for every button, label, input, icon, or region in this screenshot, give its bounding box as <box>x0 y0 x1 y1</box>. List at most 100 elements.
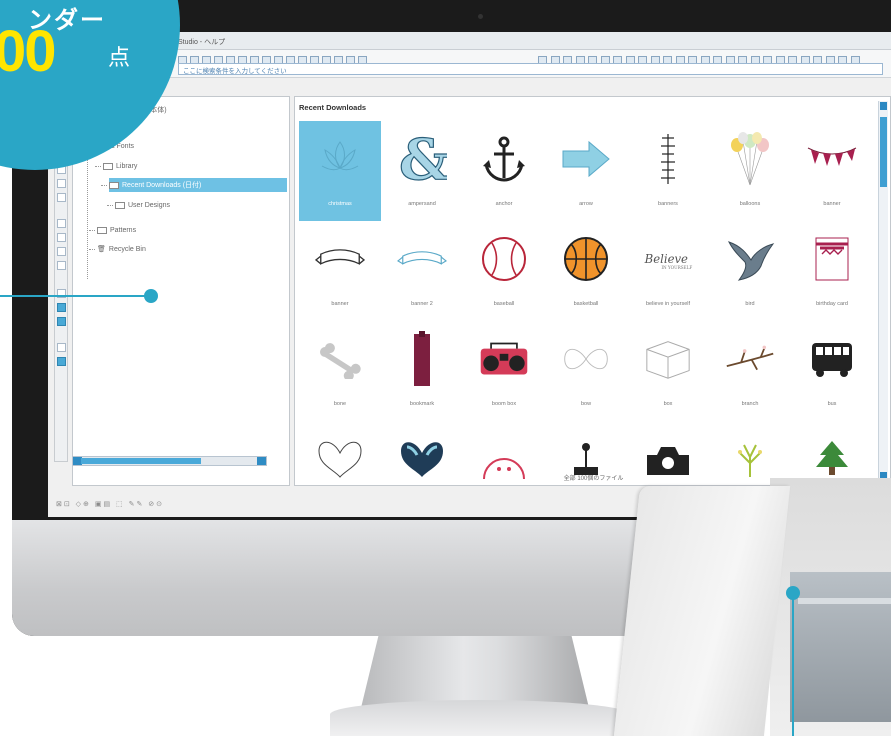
design-tile[interactable]: bookmark <box>381 321 463 421</box>
promo-scene: Studio - ヘルプ ここに検索条件を入力してください マイデザインを <box>0 0 891 736</box>
promo-badge: ンダー 00 点 <box>0 0 180 170</box>
ellipse-tool-icon[interactable] <box>57 233 66 242</box>
design-tile-label: bird <box>745 301 755 307</box>
design-tile[interactable]: baseball <box>463 221 545 321</box>
badge-unit: 点 <box>108 45 131 70</box>
design-tile-label: balloons <box>739 201 761 207</box>
machine-rail <box>798 598 891 604</box>
design-tile[interactable]: branch <box>709 321 791 421</box>
search-input[interactable]: ここに検索条件を入力してください <box>178 63 883 75</box>
design-tile[interactable]: bone <box>299 321 381 421</box>
design-tile-label: banners <box>658 201 678 207</box>
design-tile[interactable]: arrow <box>545 121 627 221</box>
tree-connector <box>89 249 95 250</box>
design-tile-label: branch <box>741 401 759 407</box>
bottom-toolbar-icons[interactable]: ⊠⊡ ◇⊕ ▣▤ ⬚ ✎✎ ⊘⊙ <box>56 501 164 508</box>
send-panel-icon[interactable] <box>57 343 66 352</box>
design-tile[interactable]: banner <box>299 221 381 321</box>
design-tile[interactable]: bird <box>709 221 791 321</box>
camera-icon <box>478 14 483 19</box>
library-tree-item[interactable]: Recent Downloads (日付) <box>109 178 287 192</box>
vertical-scrollbar-thumb[interactable] <box>880 117 887 187</box>
boombox-icon <box>479 329 529 389</box>
design-tile-label: basketball <box>573 301 599 307</box>
left-tool-strip <box>54 132 68 462</box>
bird-icon <box>725 229 775 289</box>
rectangle-tool-icon[interactable] <box>57 219 66 228</box>
bookmark-icon <box>397 329 447 389</box>
card-icon <box>807 229 857 289</box>
machine-feed-slot <box>790 572 891 722</box>
branch-icon <box>725 329 775 389</box>
library-tree-item-label: Patterns <box>110 226 137 234</box>
design-tile[interactable]: banners <box>627 121 709 221</box>
library-horizontal-scrollbar[interactable] <box>72 456 267 466</box>
scroll-up-arrow-icon[interactable] <box>880 102 887 110</box>
baseball-icon <box>479 229 529 289</box>
design-tile-label: birthday card <box>816 301 848 307</box>
library-view-icon[interactable] <box>57 357 66 366</box>
arrow-icon <box>561 129 611 189</box>
lotus-icon <box>315 129 365 189</box>
design-tile[interactable]: basketball <box>545 221 627 321</box>
library-tree-item-label: Recent Downloads (日付) <box>122 182 202 189</box>
design-tile-label: arrow <box>579 201 593 207</box>
design-tile[interactable]: & ampersand <box>381 121 463 221</box>
design-tile[interactable]: birthday card <box>791 221 873 321</box>
grid-vertical-scrollbar[interactable] <box>878 101 888 481</box>
monitor-stand-base <box>330 700 630 736</box>
design-tile[interactable] <box>463 421 545 517</box>
design-tile-label: banner <box>331 301 349 307</box>
library-tree-item-label: User Designs <box>128 201 171 209</box>
polygon-tool-icon[interactable] <box>57 247 66 256</box>
design-tile-label: boom box <box>491 401 517 407</box>
library-tree-item[interactable]: Patterns <box>97 223 136 237</box>
eraser-tool-icon[interactable] <box>57 261 66 270</box>
design-tile[interactable]: christmas <box>299 121 381 221</box>
design-tile[interactable] <box>545 421 627 517</box>
balloons-icon <box>725 129 775 189</box>
store-panel-icon[interactable] <box>57 317 66 326</box>
ribbon2-icon <box>397 229 447 289</box>
design-tile[interactable]: Believe IN YOURSELF believe in yourself <box>627 221 709 321</box>
design-tile-label: bone <box>333 401 347 407</box>
box-icon <box>643 329 693 389</box>
design-tile-label: banner 2 <box>411 301 433 307</box>
machine-cover <box>611 486 791 736</box>
library-tree-item[interactable]: User Designs <box>115 198 170 212</box>
library-tree-item-label: Recycle Bin <box>108 245 146 253</box>
design-thumbnail-grid: christmas & ampersand anchor arrow banners bal… <box>299 121 879 479</box>
design-tile[interactable]: banner <box>791 121 873 221</box>
tree-connector <box>107 205 113 206</box>
design-tile[interactable]: boom box <box>463 321 545 421</box>
design-tile-label: bookmark <box>409 401 435 407</box>
folder-icon <box>115 201 125 209</box>
svg-text:IN YOURSELF: IN YOURSELF <box>661 265 692 270</box>
design-tile-label: box <box>663 401 673 407</box>
bottom-toolbar: ⊠⊡ ◇⊕ ▣▤ ⬚ ✎✎ ⊘⊙ <box>56 500 256 512</box>
bow-icon <box>561 329 611 389</box>
scroll-right-arrow-icon[interactable] <box>257 457 266 465</box>
design-tile[interactable]: banner 2 <box>381 221 463 321</box>
design-grid-panel: Recent Downloads christmas & ampersand anch… <box>294 96 891 486</box>
design-tile[interactable]: anchor <box>463 121 545 221</box>
design-tile[interactable] <box>299 421 381 517</box>
trash-icon: 🗑 <box>97 246 106 253</box>
tree-connector <box>89 230 95 231</box>
design-tile-label: bow <box>580 401 592 407</box>
design-tile-label: ampersand <box>408 201 436 207</box>
text-tool-icon[interactable] <box>57 193 66 202</box>
design-tile[interactable]: bow <box>545 321 627 421</box>
design-tile[interactable]: balloons <box>709 121 791 221</box>
design-tile[interactable]: box <box>627 321 709 421</box>
badge-number: 00 <box>0 19 56 84</box>
design-tile-label: baseball <box>493 301 515 307</box>
callout-line-machine <box>792 596 794 736</box>
scrollbar-thumb[interactable] <box>81 458 201 464</box>
callout-line-library <box>0 295 152 297</box>
library-tree-item[interactable]: 🗑 Recycle Bin <box>97 242 146 256</box>
library-panel-icon[interactable] <box>57 303 66 312</box>
design-tile[interactable]: bus <box>791 321 873 421</box>
design-tile[interactable] <box>381 421 463 517</box>
pen-tool-icon[interactable] <box>57 179 66 188</box>
